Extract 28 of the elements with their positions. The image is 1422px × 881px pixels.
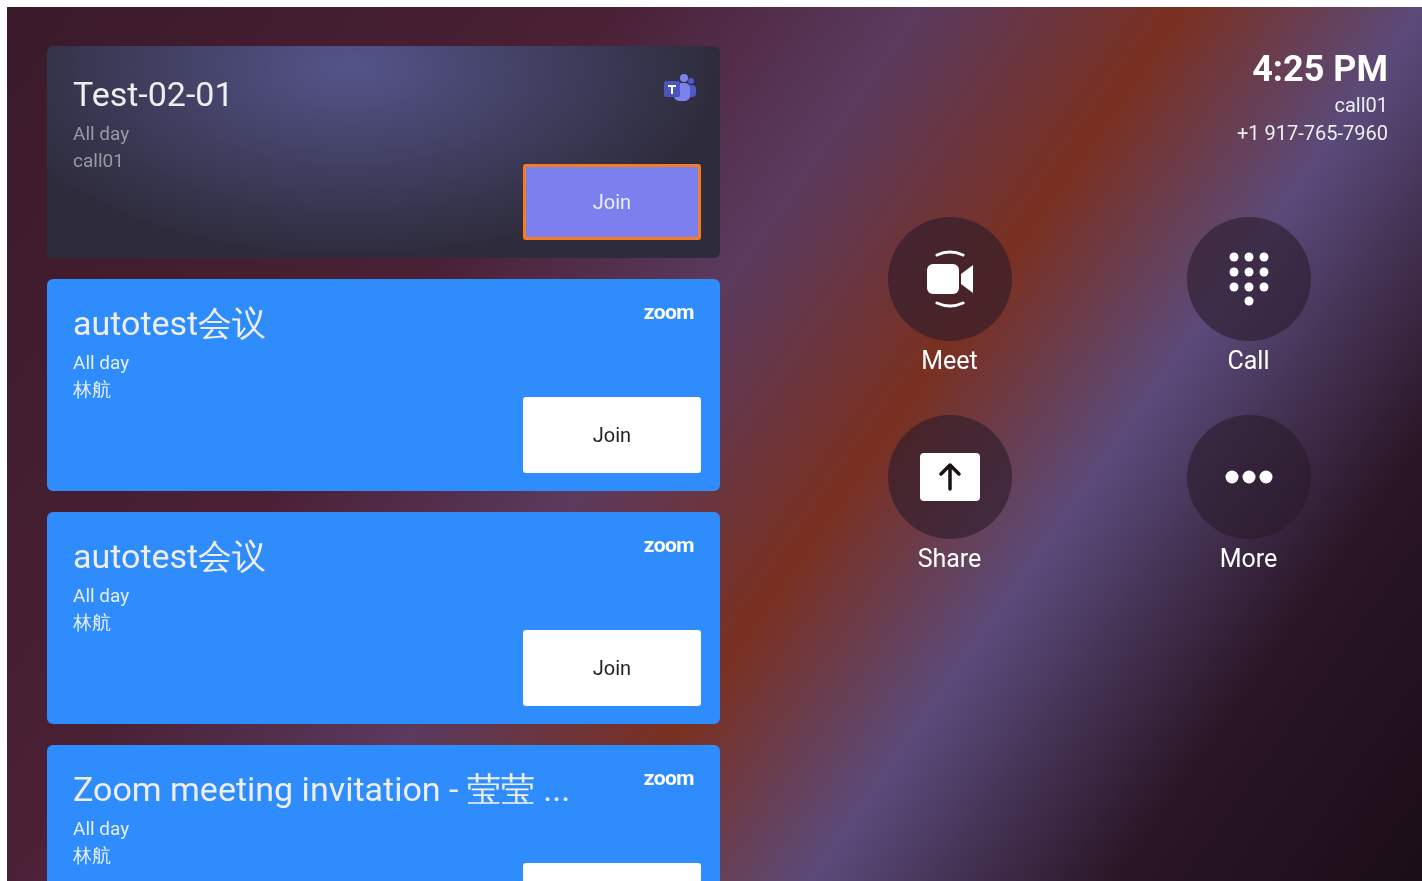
meeting-time: All day [73,121,131,147]
zoom-logo: zoom [643,532,694,559]
meeting-time: All day [73,583,131,609]
meeting-organizer: call01 [73,148,125,174]
meeting-time: All day [73,350,131,376]
meeting-organizer: 林航 [73,377,112,403]
meeting-time: All day [73,816,131,842]
zoom-logo: zoom [643,765,694,792]
meeting-title: Test-02-01 [73,73,234,116]
more-dots-icon [1224,470,1273,484]
device-name: call01 [1334,92,1388,119]
dialpad-icon [1228,252,1269,306]
meeting-title: autotest会议 [73,302,267,345]
meeting-card[interactable]: Test-02-01 All day call01 Join [47,46,720,258]
meeting-card[interactable]: autotest会议 All day 林航 zoom Join [47,512,720,724]
teams-logo-icon [662,73,696,103]
video-camera-icon [924,249,975,309]
join-button[interactable]: Join [523,630,701,706]
phone-number: +1 917-765-7960 [1237,120,1388,147]
clock-time: 4:25 PM [1252,47,1388,91]
zoom-logo: zoom [643,299,694,326]
join-button[interactable]: Join [523,397,701,473]
meeting-title: Zoom meeting invitation - 莹莹 ... [73,768,571,811]
meeting-organizer: 林航 [73,843,112,869]
meeting-title: autotest会议 [73,535,267,578]
meeting-card[interactable]: autotest会议 All day 林航 zoom Join [47,279,720,491]
share-screen-icon [919,453,980,501]
meeting-organizer: 林航 [73,610,112,636]
